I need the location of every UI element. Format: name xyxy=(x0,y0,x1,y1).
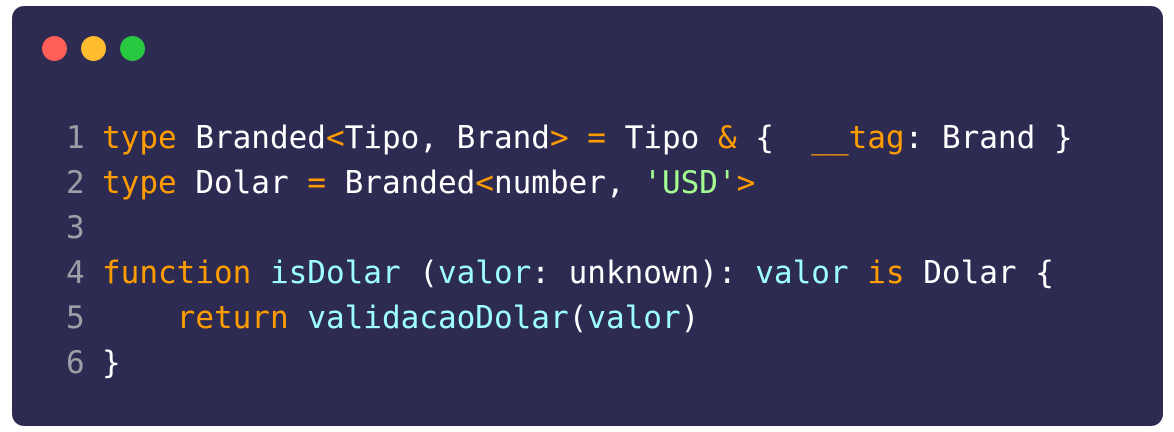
code-token: ( xyxy=(400,255,438,291)
code-token: isDolar xyxy=(269,255,401,291)
code-line: 3 xyxy=(66,206,1073,251)
maximize-dot-icon[interactable] xyxy=(120,36,145,61)
code-token: 'USD' xyxy=(643,165,737,201)
code-token: & xyxy=(717,120,737,156)
code-line: 5 return validacaoDolar(valor) xyxy=(66,296,1073,341)
code-token: valor xyxy=(437,255,532,291)
code-token: = xyxy=(307,165,326,201)
code-token: > xyxy=(549,120,569,156)
code-token: ) xyxy=(680,300,700,336)
line-number: 1 xyxy=(66,120,85,156)
code-block: 1 type Branded<Tipo, Brand> = Tipo & { __… xyxy=(66,116,1073,386)
code-line: 6} xyxy=(66,341,1073,386)
code-token: } xyxy=(102,345,121,381)
line-number: 4 xyxy=(66,255,85,291)
code-token: Branded xyxy=(325,165,476,201)
code-token: Tipo xyxy=(605,120,718,156)
code-token: Tipo, Brand xyxy=(344,120,550,156)
code-token: < xyxy=(475,165,494,201)
code-token: valor xyxy=(755,255,849,291)
code-window: 1 type Branded<Tipo, Brand> = Tipo & { __… xyxy=(12,6,1163,426)
line-number: 6 xyxy=(66,345,85,381)
code-token: type xyxy=(102,165,177,201)
line-number: 3 xyxy=(66,210,85,246)
line-number: 2 xyxy=(66,165,85,201)
code-token: { xyxy=(736,120,812,156)
code-token: < xyxy=(325,120,345,156)
code-token: Branded xyxy=(176,120,326,156)
code-token: type xyxy=(102,120,177,156)
code-token: Dolar { xyxy=(904,255,1054,291)
code-token: = xyxy=(587,120,606,156)
code-token: Dolar xyxy=(176,165,308,201)
code-token: > xyxy=(736,165,756,201)
line-number: 5 xyxy=(66,300,85,336)
code-token: : unknown): xyxy=(531,255,756,291)
code-line: 2 type Dolar = Branded<number, 'USD'> xyxy=(66,161,1073,206)
code-line: 1 type Branded<Tipo, Brand> = Tipo & { __… xyxy=(66,116,1073,161)
code-token: : Brand } xyxy=(904,120,1073,156)
window-controls xyxy=(42,36,145,61)
code-line: 4 function isDolar (valor: unknown): valo… xyxy=(66,251,1073,296)
code-token: number, xyxy=(493,165,644,201)
code-token: __tag xyxy=(811,120,905,156)
code-token: is xyxy=(867,255,905,291)
code-token: valor xyxy=(587,300,681,336)
minimize-dot-icon[interactable] xyxy=(81,36,106,61)
code-token: ( xyxy=(568,300,588,336)
close-dot-icon[interactable] xyxy=(42,36,67,61)
code-token: return xyxy=(176,300,289,336)
code-token: function xyxy=(102,255,252,291)
code-token: validacaoDolar xyxy=(307,300,569,336)
